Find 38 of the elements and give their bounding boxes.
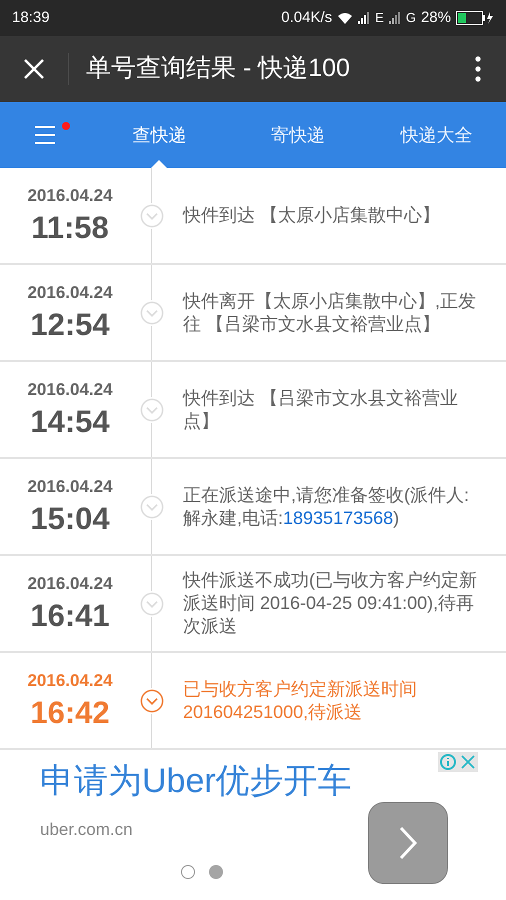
- ad-headline[interactable]: 申请为Uber优步开车: [40, 756, 506, 807]
- event-time: 11:58: [31, 209, 109, 248]
- event-time: 15:04: [30, 500, 110, 538]
- event-description: 快件离开【太原小店集散中心】,正发往 【吕梁市文水县文裕营业点】: [183, 290, 478, 336]
- nav-tab[interactable]: 寄快递: [228, 102, 368, 168]
- info-icon[interactable]: [438, 752, 458, 772]
- event-time: 14:54: [30, 403, 110, 442]
- battery-percent: 28%: [420, 8, 451, 28]
- event-date: 2016.04.24: [27, 184, 113, 207]
- more-icon: [475, 56, 481, 82]
- event-date: 2016.04.24: [27, 378, 113, 401]
- event-time: 16:41: [30, 597, 110, 636]
- clock: 18:39: [12, 8, 50, 28]
- signal-icon: [358, 12, 370, 24]
- chevron-right-icon: [398, 825, 418, 861]
- event-date: 2016.04.24: [27, 670, 113, 692]
- event-description: 快件派送不成功(已与收方客户约定新派送时间 2016-04-25 09:41:00),待再次派送: [183, 569, 478, 638]
- close-icon: [23, 58, 45, 80]
- next-button[interactable]: [368, 802, 448, 884]
- event-description: 正在派送途中,请您准备签收(派件人:解永建,电话:18935173568): [183, 484, 470, 530]
- event-date: 2016.04.24: [27, 572, 113, 595]
- event-time: 12:54: [30, 306, 110, 344]
- event-date: 2016.04.24: [27, 476, 113, 498]
- network-type: G: [406, 9, 416, 28]
- network-speed: 0.04K/s: [281, 8, 332, 28]
- signal-icon: [388, 12, 401, 24]
- nav-tab[interactable]: 快递大全: [367, 102, 506, 168]
- menu-icon: [34, 125, 56, 145]
- event-description: 快件到达 【吕梁市文水县文裕营业点】: [183, 386, 460, 432]
- event-description: 快件到达 【太原小店集散中心】: [183, 204, 442, 227]
- network-type: E: [375, 9, 384, 28]
- ad-domain: uber.com.cn: [40, 819, 134, 841]
- window-title: 单号查询结果 - 快递100: [86, 53, 350, 84]
- event-time: 16:42: [30, 694, 110, 732]
- event-description: 已与收方客户约定新派送时间201604251000,待派送: [183, 678, 418, 724]
- event-date: 2016.04.24: [27, 282, 113, 304]
- battery-charging-icon: [456, 11, 494, 25]
- wifi-icon: [337, 12, 354, 24]
